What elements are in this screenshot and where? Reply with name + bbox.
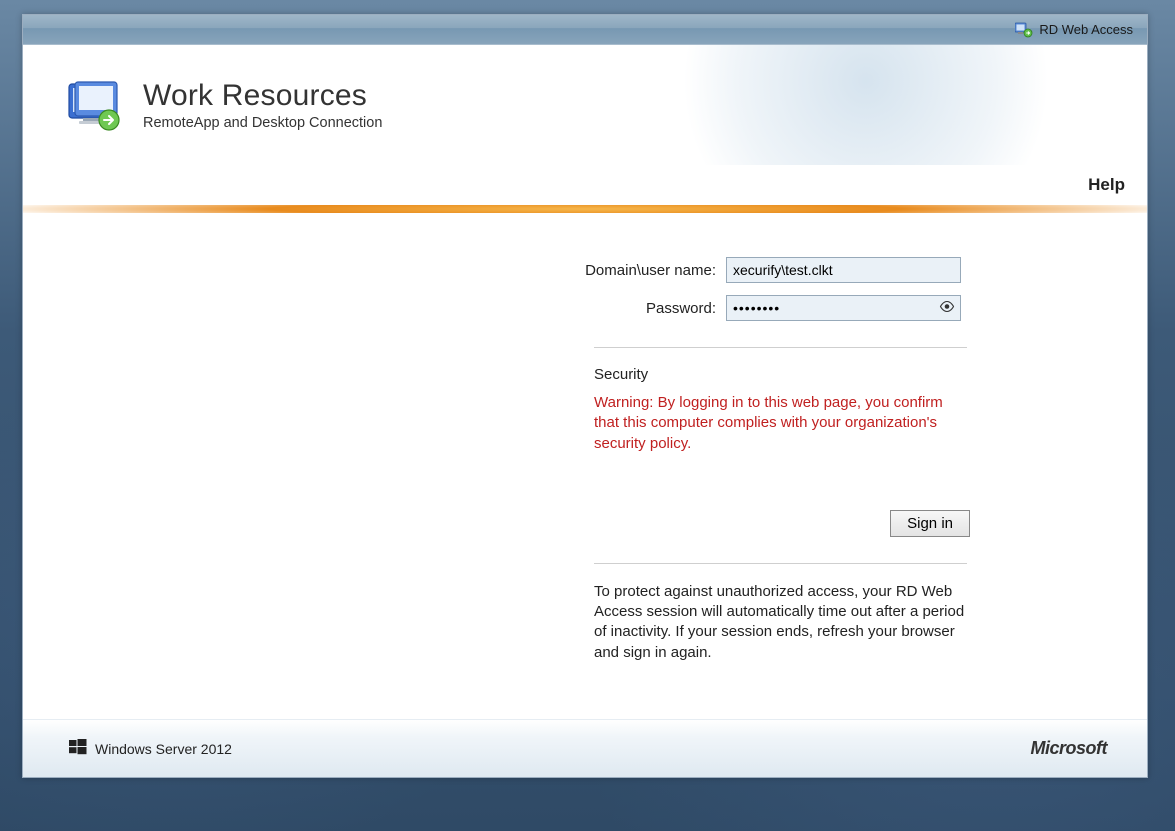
footer: Windows Server 2012 Microsoft: [23, 719, 1147, 777]
footer-product-label: Windows Server 2012: [95, 741, 232, 757]
reveal-password-icon[interactable]: [939, 301, 955, 316]
password-label: Password:: [200, 300, 726, 317]
help-row: Help: [23, 165, 1147, 205]
header: Work Resources RemoteApp and Desktop Con…: [23, 45, 1147, 165]
security-warning: Warning: By logging in to this web page,…: [594, 393, 970, 454]
page-subtitle: RemoteApp and Desktop Connection: [143, 115, 382, 131]
divider-2: [594, 563, 967, 564]
security-heading: Security: [594, 366, 970, 383]
sign-in-button[interactable]: Sign in: [890, 510, 970, 537]
login-form: Domain\user name: Password: Se: [200, 257, 970, 663]
work-resources-icon: [65, 78, 125, 132]
username-row: Domain\user name:: [200, 257, 970, 283]
help-link[interactable]: Help: [1088, 175, 1125, 195]
footer-vendor: Microsoft: [1031, 738, 1108, 759]
top-bar: RD Web Access: [23, 15, 1147, 45]
password-input[interactable]: [726, 295, 961, 321]
footer-product: Windows Server 2012: [69, 739, 232, 758]
username-input[interactable]: [726, 257, 961, 283]
signin-row: Sign in: [594, 510, 970, 537]
logo-block: Work Resources RemoteApp and Desktop Con…: [65, 78, 382, 132]
rdweb-panel: RD Web Access Work Resources RemoteApp a…: [22, 14, 1148, 778]
top-bar-label: RD Web Access: [1039, 22, 1133, 37]
password-row: Password:: [200, 295, 970, 321]
security-block: Security Warning: By logging in to this …: [594, 366, 970, 454]
windows-logo-icon: [69, 739, 87, 758]
rdweb-icon: [1015, 22, 1033, 38]
password-wrap: [726, 295, 961, 321]
page-title: Work Resources: [143, 79, 382, 113]
orange-divider: [23, 205, 1147, 213]
divider-1: [594, 347, 967, 348]
main-content: Domain\user name: Password: Se: [23, 213, 1147, 719]
username-label: Domain\user name:: [200, 262, 726, 279]
timeout-notice: To protect against unauthorized access, …: [594, 582, 970, 663]
title-block: Work Resources RemoteApp and Desktop Con…: [143, 79, 382, 131]
